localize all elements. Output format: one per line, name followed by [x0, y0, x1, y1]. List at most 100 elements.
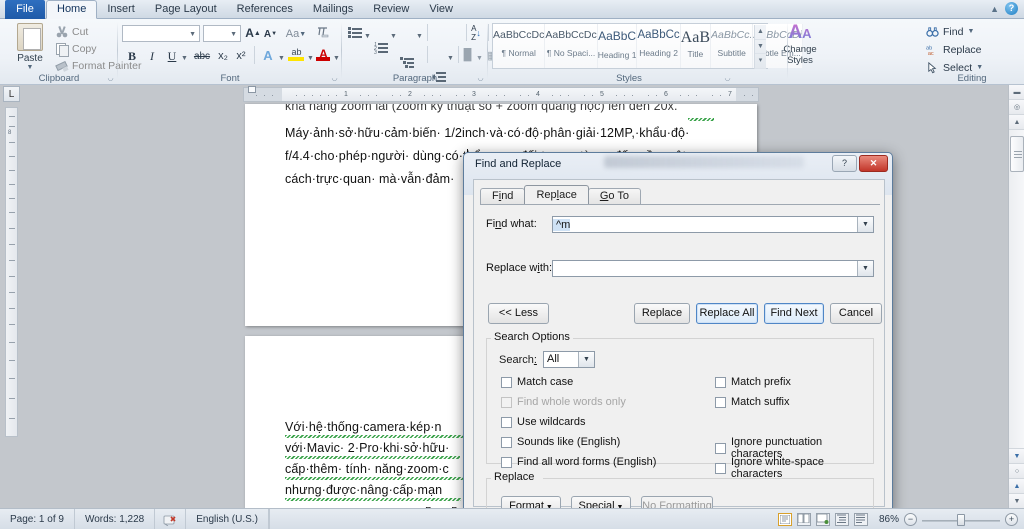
tab-mailings[interactable]: Mailings [303, 0, 363, 19]
superscript-button[interactable]: x² [233, 47, 249, 65]
proofing-errors-icon[interactable] [155, 509, 187, 529]
dialog-tab-replace[interactable]: Replace [524, 185, 589, 204]
shading-icon[interactable]: █ [460, 46, 475, 64]
next-page-button[interactable]: ▼ [1009, 448, 1024, 463]
dialog-help-button[interactable]: ? [832, 155, 857, 172]
replace-all-button[interactable]: Replace All [696, 303, 758, 324]
checkbox-find-all-word-forms[interactable]: Find all word forms (English) [501, 456, 656, 468]
cancel-button[interactable]: Cancel [830, 303, 882, 324]
bold-button[interactable]: B [124, 47, 140, 65]
clear-formatting-icon[interactable] [314, 23, 332, 41]
chevron-down-icon[interactable]: ▼ [389, 27, 398, 45]
chevron-down-icon[interactable]: ▼ [578, 352, 594, 367]
shrink-font-button[interactable]: A ▼ [263, 25, 278, 43]
replace-with-input[interactable]: ▼ [552, 260, 874, 277]
tab-insert[interactable]: Insert [97, 0, 145, 19]
font-dialog-launcher[interactable]: ◡ [330, 74, 339, 83]
chevron-down-icon[interactable]: ▼ [475, 49, 484, 67]
change-styles-button[interactable]: AA Change Styles [776, 22, 824, 66]
tab-stop-selector[interactable]: L [3, 86, 20, 102]
browse-object-button[interactable]: ○ [1009, 463, 1024, 478]
chevron-down-icon[interactable]: ▼ [446, 49, 455, 67]
replace-button[interactable]: Replace [634, 303, 690, 324]
dialog-tab-goto[interactable]: Go To [587, 188, 641, 204]
scroll-up-button[interactable]: ▲ [1009, 115, 1024, 130]
text-effects-button[interactable]: A [260, 46, 276, 64]
change-case-button[interactable]: Aa ▼ [285, 25, 307, 43]
tab-view[interactable]: View [419, 0, 463, 19]
scroll-up-icon[interactable]: ▲ [755, 25, 766, 40]
scrollbar-thumb[interactable] [1010, 136, 1024, 172]
styles-gallery-scroll[interactable]: ▲ ▼ ▾ [754, 25, 766, 69]
styles-dialog-launcher[interactable]: ◡ [723, 74, 732, 83]
tab-references[interactable]: References [227, 0, 303, 19]
tab-review[interactable]: Review [363, 0, 419, 19]
find-what-input[interactable]: ^m ▼ [552, 216, 874, 233]
split-window-handle[interactable]: ▬ [1009, 85, 1024, 100]
find-and-replace-dialog[interactable]: Find and Replace ? ✕ Find Replace Go To … [463, 152, 893, 529]
view-draft-button[interactable] [853, 513, 868, 526]
zoom-level[interactable]: 86% [879, 514, 899, 525]
word-count[interactable]: Words: 1,228 [75, 509, 156, 529]
zoom-out-button[interactable]: − [904, 513, 917, 526]
sort-icon[interactable]: A Z ↓ [468, 24, 484, 42]
replace-button[interactable]: ab ac Replace [926, 43, 982, 57]
bullets-icon[interactable] [348, 25, 363, 40]
checkbox-ignore-whitespace[interactable]: Ignore white-space characters [715, 456, 873, 480]
chevron-up-icon[interactable]: ▲ [990, 4, 999, 14]
font-name-combo[interactable]: ▼ [122, 25, 200, 42]
copy-button[interactable]: Copy [56, 43, 97, 57]
zoom-slider[interactable] [922, 513, 1000, 526]
chevron-down-icon[interactable]: ▼ [857, 217, 873, 232]
checkbox-sounds-like[interactable]: Sounds like (English) [501, 436, 620, 448]
zoom-in-button[interactable]: + [1005, 513, 1018, 526]
first-line-indent-marker[interactable] [248, 86, 256, 93]
view-web-layout-button[interactable] [815, 513, 830, 526]
view-print-layout-button[interactable] [777, 513, 792, 526]
chevron-down-icon[interactable]: ▼ [363, 27, 372, 45]
dialog-tab-find[interactable]: Find [480, 188, 526, 204]
vertical-ruler[interactable]: 8 [5, 107, 18, 437]
font-size-combo[interactable]: ▼ [203, 25, 241, 42]
checkbox-match-prefix[interactable]: Match prefix [715, 376, 791, 388]
paragraph-dialog-launcher[interactable]: ◡ [476, 74, 485, 83]
find-button[interactable]: Find ▼ [926, 25, 974, 38]
subscript-button[interactable]: x₂ [215, 47, 231, 65]
chevron-down-icon[interactable]: ▼ [180, 49, 189, 67]
paste-button[interactable]: Paste ▼ [8, 23, 52, 71]
chevron-down-icon[interactable]: ▼ [415, 27, 424, 45]
style-item[interactable]: AaBbCc. Subtitle [711, 24, 754, 68]
checkbox-match-suffix[interactable]: Match suffix [715, 396, 790, 408]
chevron-down-icon[interactable]: ▼ [277, 49, 286, 67]
tab-home[interactable]: Home [46, 0, 98, 19]
style-item[interactable]: AaB Title [680, 24, 711, 68]
checkbox-match-case[interactable]: Match case [501, 376, 573, 388]
style-item[interactable]: AaBbC Heading 1 [597, 24, 638, 68]
page-indicator[interactable]: Page: 1 of 9 [0, 509, 75, 529]
help-icon[interactable]: ? [1005, 2, 1018, 15]
dialog-close-button[interactable]: ✕ [859, 155, 888, 172]
vertical-scrollbar[interactable]: ▬ ◎ ▲ ▼ ○ ▲ ▼ [1008, 85, 1024, 508]
zoom-slider-knob[interactable] [957, 513, 965, 526]
multilevel-list-icon[interactable] [400, 55, 415, 70]
clipboard-dialog-launcher[interactable]: ◡ [106, 74, 115, 83]
scroll-down-button[interactable]: ▼ [1009, 493, 1024, 508]
select-browse-object-icon[interactable]: ◎ [1009, 100, 1024, 115]
style-item[interactable]: AaBbCc Heading 2 [637, 24, 681, 68]
italic-button[interactable]: I [144, 47, 160, 65]
scroll-down-icon[interactable]: ▼ [755, 40, 766, 55]
tab-page-layout[interactable]: Page Layout [145, 0, 227, 19]
checkbox-use-wildcards[interactable]: Use wildcards [501, 416, 585, 428]
cut-button[interactable]: Cut [56, 26, 88, 38]
less-button[interactable]: << Less [488, 303, 549, 324]
search-scope-select[interactable]: All ▼ [543, 351, 595, 368]
view-full-screen-reading-button[interactable] [796, 513, 811, 526]
style-item[interactable]: AaBbCcDc ¶ Normal [493, 24, 546, 68]
strikethrough-button[interactable]: abc [192, 47, 212, 65]
numbering-icon[interactable]: 1 2 3 [374, 40, 389, 56]
tab-file[interactable]: File [5, 0, 45, 19]
grow-font-button[interactable]: A ▲ [245, 24, 261, 42]
underline-button[interactable]: U [164, 47, 180, 65]
more-styles-icon[interactable]: ▾ [755, 54, 766, 69]
chevron-down-icon[interactable]: ▼ [306, 49, 315, 67]
